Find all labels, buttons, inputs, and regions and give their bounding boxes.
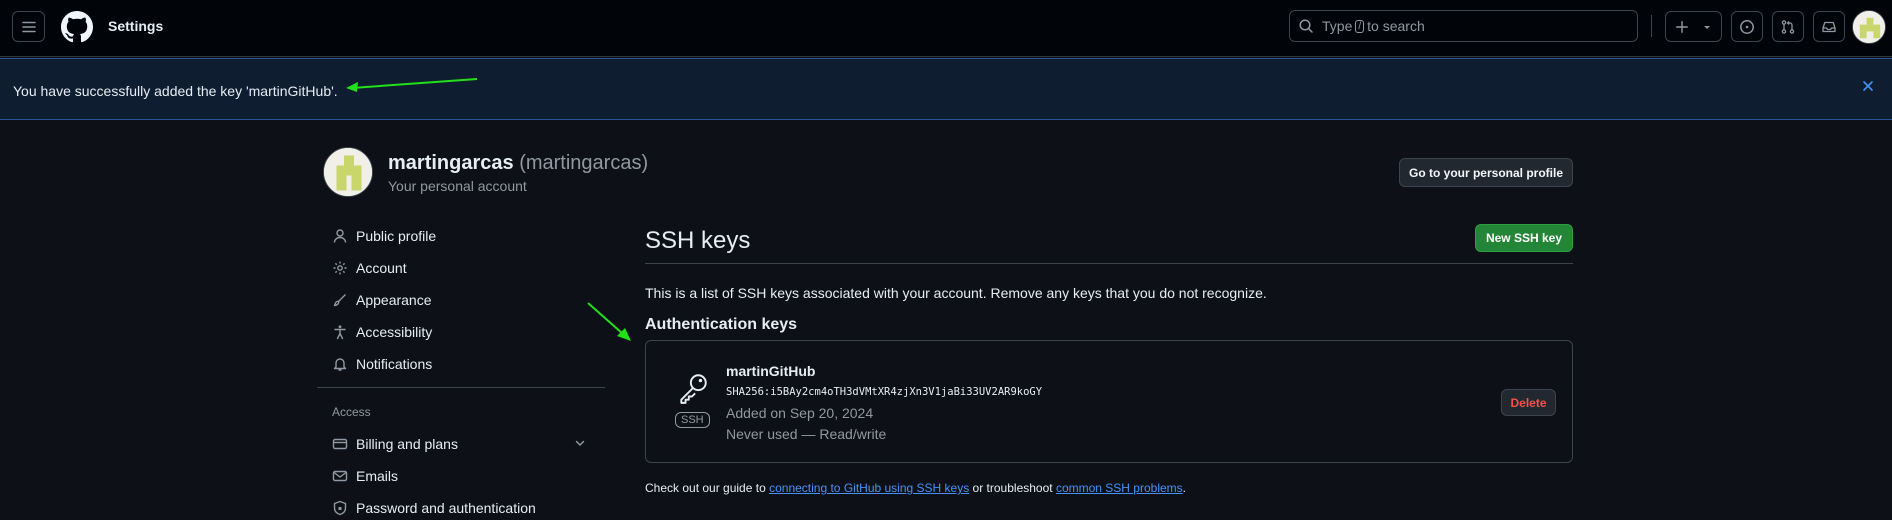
menu-button[interactable] <box>12 11 45 42</box>
git-pull-request-icon <box>1781 19 1795 34</box>
flash-close-button[interactable] <box>1860 78 1876 94</box>
sidebar-divider <box>317 387 605 388</box>
ssh-guide-link[interactable]: connecting to GitHub using SSH keys <box>769 481 969 495</box>
issues-button[interactable] <box>1731 11 1763 42</box>
flash-message: You have successfully added the key 'mar… <box>13 83 338 99</box>
sidebar-item-password-authentication[interactable]: Password and authentication <box>332 498 602 518</box>
search-placeholder: Type / to search <box>1322 18 1425 34</box>
ssh-problems-link[interactable]: common SSH problems <box>1056 481 1183 495</box>
ssh-key-item: SSH martinGitHub SHA256:i5BAy2cm4oTH3dVM… <box>645 340 1573 463</box>
bell-icon <box>333 358 347 371</box>
search-input[interactable]: Type / to search <box>1289 10 1638 42</box>
key-title: martinGitHub <box>726 363 816 379</box>
flash-banner: You have successfully added the key 'mar… <box>0 58 1892 120</box>
sidebar-section-heading: Access <box>332 405 371 419</box>
key-fingerprint: SHA256:i5BAy2cm4oTH3dVMtXR4zjXn3V1jaBi33… <box>726 386 1043 398</box>
profile-name: martingarcas (martingarcas) <box>388 152 648 175</box>
sidebar-item-label: Emails <box>356 468 399 484</box>
identicon-avatar-icon <box>1853 11 1885 43</box>
sidebar-item-billing[interactable]: Billing and plans <box>332 434 602 454</box>
key-type-badge: SSH <box>675 412 710 428</box>
credit-card-icon <box>332 438 348 450</box>
caret-down-icon <box>1704 25 1710 29</box>
heading-divider <box>645 263 1573 264</box>
sidebar-item-label: Appearance <box>356 292 432 308</box>
go-to-profile-button[interactable]: Go to your personal profile <box>1399 158 1573 187</box>
identicon-avatar-icon <box>324 148 372 196</box>
key-added-date: Added on Sep 20, 2024 <box>726 405 874 421</box>
page-heading: SSH keys <box>645 227 751 254</box>
description-text: This is a list of SSH keys associated wi… <box>645 285 1267 301</box>
create-new-button[interactable] <box>1665 11 1722 42</box>
sidebar-item-accessibility[interactable]: Accessibility <box>332 322 602 342</box>
header-divider <box>1651 15 1652 37</box>
hamburger-icon <box>21 21 36 32</box>
plus-icon <box>1676 20 1688 33</box>
github-logo-icon[interactable] <box>61 11 93 43</box>
new-ssh-key-button[interactable]: New SSH key <box>1475 224 1573 252</box>
search-icon <box>1299 19 1313 33</box>
paintbrush-icon <box>333 294 346 307</box>
pull-requests-button[interactable] <box>1772 11 1804 42</box>
inbox-icon <box>1822 21 1836 32</box>
sidebar-item-label: Password and authentication <box>356 500 536 516</box>
key-usage: Never used — Read/write <box>726 426 887 442</box>
gear-icon <box>333 261 347 275</box>
accessibility-icon <box>334 325 346 340</box>
global-header: Settings Type / to search <box>0 0 1892 57</box>
close-icon <box>1863 81 1873 91</box>
sidebar-item-label: Billing and plans <box>356 436 458 452</box>
shield-lock-icon <box>333 500 347 516</box>
chevron-down-icon[interactable] <box>574 437 586 449</box>
mail-icon <box>332 470 348 482</box>
sidebar-item-label: Account <box>356 260 407 276</box>
user-avatar-button[interactable] <box>1852 10 1886 44</box>
page-title[interactable]: Settings <box>108 18 163 34</box>
profile-display-name[interactable]: martingarcas <box>388 152 514 174</box>
profile-login: (martingarcas) <box>519 152 649 174</box>
sidebar-item-label: Notifications <box>356 356 433 372</box>
search-shortcut-key: / <box>1355 19 1365 33</box>
profile-avatar <box>323 147 373 197</box>
issue-opened-icon <box>1740 19 1754 34</box>
section-heading: Authentication keys <box>645 316 798 333</box>
sidebar-item-appearance[interactable]: Appearance <box>332 290 602 310</box>
key-icon <box>680 374 707 404</box>
inbox-button[interactable] <box>1813 11 1845 42</box>
person-icon <box>333 229 347 243</box>
sidebar-item-emails[interactable]: Emails <box>332 466 602 486</box>
sidebar-item-label: Accessibility <box>356 324 433 340</box>
account-subtitle: Your personal account <box>388 178 527 194</box>
sidebar-item-label: Public profile <box>356 228 437 244</box>
sidebar-item-notifications[interactable]: Notifications <box>332 354 602 374</box>
delete-key-button[interactable]: Delete <box>1501 389 1556 416</box>
help-note: Check out our guide to connecting to Git… <box>645 481 1187 495</box>
sidebar-item-public-profile[interactable]: Public profile <box>332 226 602 246</box>
sidebar-item-account[interactable]: Account <box>332 258 602 278</box>
